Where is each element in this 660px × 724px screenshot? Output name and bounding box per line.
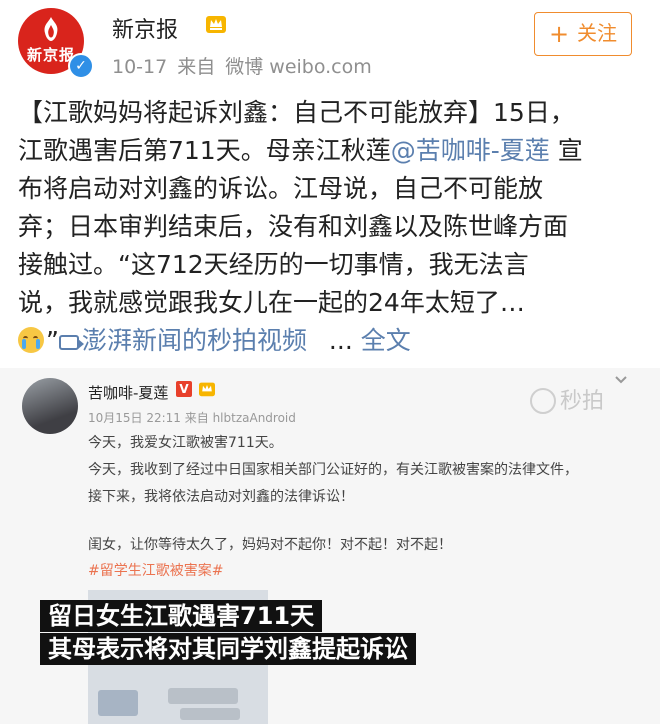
post-last-line: ” 澎湃新闻的秒拍视频 ... 全文 xyxy=(18,322,411,360)
full-text-link[interactable]: 全文 xyxy=(361,326,411,355)
quote-close: ” xyxy=(46,326,59,355)
post-line-text: 宣 xyxy=(549,136,583,165)
inner-meta: 10月15日 22:11 来自 hlbtzaAndroid xyxy=(88,411,296,425)
account-name[interactable]: 新京报 xyxy=(112,12,178,44)
follow-label: 关注 xyxy=(577,21,618,45)
inner-text-line: 今天，我收到了经过中日国家相关部门公证好的，有关江歌被害案的法律文件， xyxy=(88,462,578,478)
hashtag-link: #留学生江歌被害案# xyxy=(88,563,224,579)
post-source: 微博 weibo.com xyxy=(225,56,372,78)
inner-text-line: 闺女，让你等待太久了，妈妈对不起你！对不起！对不起！ xyxy=(88,537,452,553)
post-line: 弃；日本审判结束后，没有和刘鑫以及陈世峰方面 xyxy=(18,212,569,241)
inner-crown-icon xyxy=(199,382,215,397)
post-meta: 10-17 来自 微博 weibo.com xyxy=(112,52,382,79)
post-line: 布将启动对刘鑫的诉讼。江母说，自己不可能放 xyxy=(18,174,544,203)
inner-text-line: 今天，我爱女江歌被害711天。 xyxy=(88,435,283,451)
video-icon xyxy=(58,335,84,350)
post-date: 10-17 xyxy=(112,56,168,78)
post-line: 【江歌妈妈将起诉刘鑫：自己不可能放弃】15日， xyxy=(18,98,575,127)
post-line: 江歌遇害后第711天。母亲江秋莲@苦咖啡-夏莲 宣 xyxy=(18,132,643,170)
video-preview[interactable]: 苦咖啡-夏莲 V 10月15日 22:11 来自 hlbtzaAndroid 秒… xyxy=(0,368,660,724)
post-text: 【江歌妈妈将起诉刘鑫：自己不可能放弃】15日， 江歌遇害后第711天。母亲江秋莲… xyxy=(18,94,643,322)
crown-icon xyxy=(206,16,226,33)
video-link-label: 澎湃新闻的秒拍视频 xyxy=(81,326,307,355)
chevron-down-icon[interactable] xyxy=(614,373,628,387)
post-line: 接触过。“这712天经历的一切事情，我无法言 xyxy=(18,250,529,279)
video-caption: 其母表示将对其同学刘鑫提起诉讼 xyxy=(40,633,416,665)
watermark-text: 秒拍 xyxy=(560,389,605,414)
crying-emoji-icon xyxy=(18,327,44,353)
v-badge-icon: V xyxy=(176,381,192,397)
post-line-text: 江歌遇害后第711天。母亲江秋莲 xyxy=(18,136,391,165)
verified-badge-icon: ✓ xyxy=(68,53,94,79)
video-link[interactable]: 澎湃新闻的秒拍视频 xyxy=(58,326,307,355)
plus-icon: + xyxy=(548,20,570,48)
flame-logo-icon xyxy=(44,17,58,41)
mention-link[interactable]: @苦咖啡-夏莲 xyxy=(391,136,550,165)
video-caption: 留日女生江歌遇害711天 xyxy=(40,600,323,632)
inner-account-name: 苦咖啡-夏莲 xyxy=(88,384,169,402)
inner-text-line: 接下来，我将依法启动对刘鑫的法律诉讼！ xyxy=(88,489,354,505)
source-prefix: 来自 xyxy=(177,56,216,78)
ellipsis: ... xyxy=(328,326,353,355)
watermark-logo-icon xyxy=(530,388,556,414)
inner-avatar xyxy=(22,378,78,434)
post-line: 说，我就感觉跟我女儿在一起的24年太短了… xyxy=(18,288,525,317)
miaopai-watermark: 秒拍 xyxy=(530,383,604,415)
follow-button[interactable]: + 关注 xyxy=(534,12,632,56)
